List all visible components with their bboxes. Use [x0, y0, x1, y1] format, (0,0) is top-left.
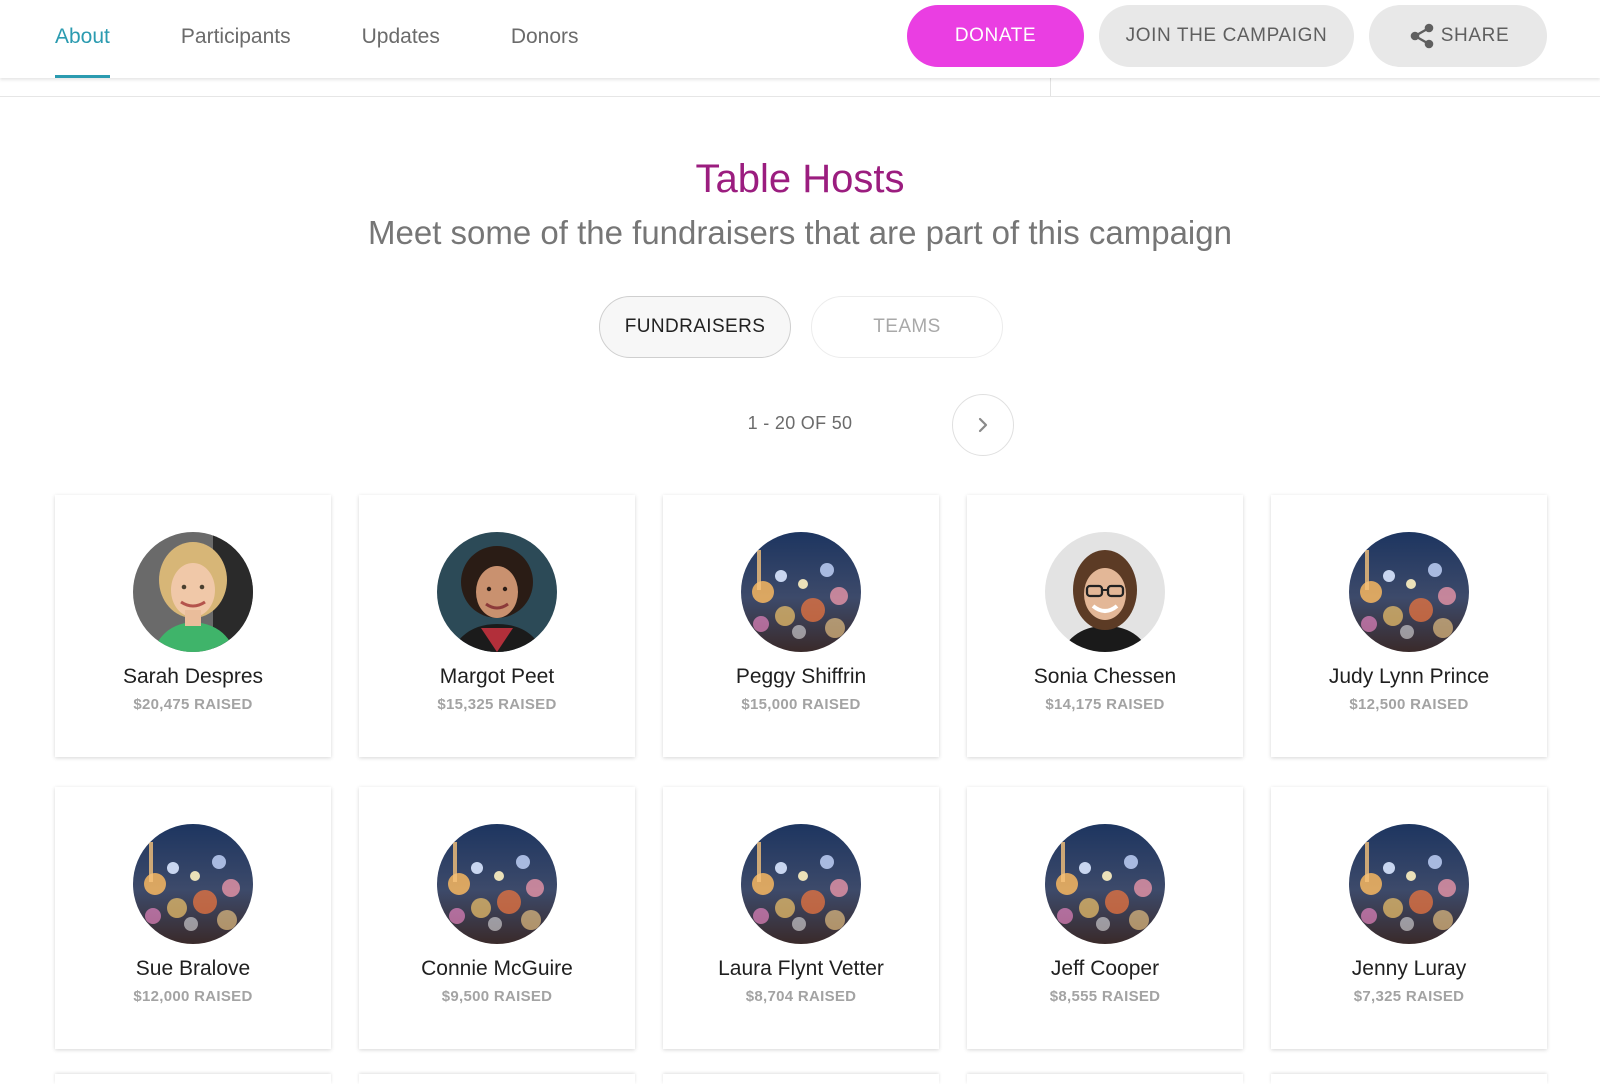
teams-toggle[interactable]: TEAMS — [811, 296, 1003, 358]
card-stub — [55, 1074, 331, 1084]
tab-donors[interactable]: Donors — [511, 0, 579, 78]
campaign-tabs: About Participants Updates Donors — [55, 0, 650, 78]
avatar — [133, 824, 253, 944]
avatar — [741, 824, 861, 944]
nav-actions: DONATE JOIN THE CAMPAIGN SHARE — [907, 5, 1547, 67]
amount-raised: $12,500 RAISED — [1349, 696, 1469, 713]
fundraiser-name: Connie McGuire — [421, 957, 573, 980]
card-stub — [967, 1074, 1243, 1084]
fundraiser-name: Sonia Chessen — [1033, 665, 1177, 688]
fundraiser-card[interactable]: Jenny Luray $7,325 RAISED — [1271, 787, 1547, 1049]
fundraiser-card[interactable]: Peggy Shiffrin $15,000 RAISED — [663, 495, 939, 757]
card-stub — [1271, 1074, 1547, 1084]
top-navigation: About Participants Updates Donors DONATE… — [0, 0, 1600, 78]
fundraiser-name: Laura Flynt Vetter — [718, 957, 884, 980]
tab-updates[interactable]: Updates — [362, 0, 440, 78]
fundraiser-card[interactable]: Sonia Chessen $14,175 RAISED — [967, 495, 1243, 757]
fundraiser-card[interactable]: Sue Bralove $12,000 RAISED — [55, 787, 331, 1049]
share-icon — [1407, 21, 1437, 51]
amount-raised: $20,475 RAISED — [133, 696, 253, 713]
fundraiser-card[interactable]: Laura Flynt Vetter $8,704 RAISED — [663, 787, 939, 1049]
fundraiser-name: Margot Peet — [439, 665, 555, 688]
share-label: SHARE — [1440, 25, 1510, 46]
amount-raised: $15,000 RAISED — [741, 696, 861, 713]
avatar — [437, 532, 557, 652]
donate-button[interactable]: DONATE — [907, 5, 1084, 67]
section-subtitle: Meet some of the fundraisers that are pa… — [368, 214, 1232, 251]
fundraiser-card[interactable]: Judy Lynn Prince $12,500 RAISED — [1271, 495, 1547, 757]
avatar — [1045, 532, 1165, 652]
fundraiser-card[interactable]: Jeff Cooper $8,555 RAISED — [967, 787, 1243, 1049]
section-title: Table Hosts — [695, 157, 905, 201]
amount-raised: $12,000 RAISED — [133, 988, 253, 1005]
avatar — [133, 532, 253, 652]
chevron-right-icon — [978, 417, 988, 433]
amount-raised: $15,325 RAISED — [437, 696, 557, 713]
fundraiser-card[interactable]: Connie McGuire $9,500 RAISED — [359, 787, 635, 1049]
amount-raised: $9,500 RAISED — [441, 988, 553, 1005]
next-page-button[interactable] — [952, 394, 1014, 456]
avatar — [1349, 532, 1469, 652]
fundraiser-name: Sue Bralove — [135, 957, 251, 980]
fundraisers-toggle[interactable]: FUNDRAISERS — [599, 296, 791, 358]
amount-raised: $7,325 RAISED — [1353, 988, 1465, 1005]
avatar — [741, 532, 861, 652]
fundraiser-name: Jeff Cooper — [1050, 957, 1160, 980]
column-divider — [1050, 78, 1051, 96]
amount-raised: $8,704 RAISED — [745, 988, 857, 1005]
avatar — [1045, 824, 1165, 944]
amount-raised: $14,175 RAISED — [1045, 696, 1165, 713]
tab-about[interactable]: About — [55, 0, 110, 78]
fundraiser-name: Peggy Shiffrin — [735, 665, 867, 688]
card-stub — [359, 1074, 635, 1084]
tab-participants[interactable]: Participants — [181, 0, 291, 78]
fundraiser-name: Sarah Despres — [122, 665, 264, 688]
avatar — [1349, 824, 1469, 944]
join-campaign-button[interactable]: JOIN THE CAMPAIGN — [1099, 5, 1354, 67]
fundraiser-card[interactable]: Margot Peet $15,325 RAISED — [359, 495, 635, 757]
share-button[interactable]: SHARE — [1369, 5, 1547, 67]
fundraiser-name: Jenny Luray — [1351, 957, 1467, 980]
pagination-range: 1 - 20 OF 50 — [747, 413, 853, 433]
content-divider-strip — [0, 78, 1600, 97]
fundraiser-name: Judy Lynn Prince — [1328, 665, 1490, 688]
amount-raised: $8,555 RAISED — [1049, 988, 1161, 1005]
fundraiser-card[interactable]: Sarah Despres $20,475 RAISED — [55, 495, 331, 757]
avatar — [437, 824, 557, 944]
card-stub — [663, 1074, 939, 1084]
